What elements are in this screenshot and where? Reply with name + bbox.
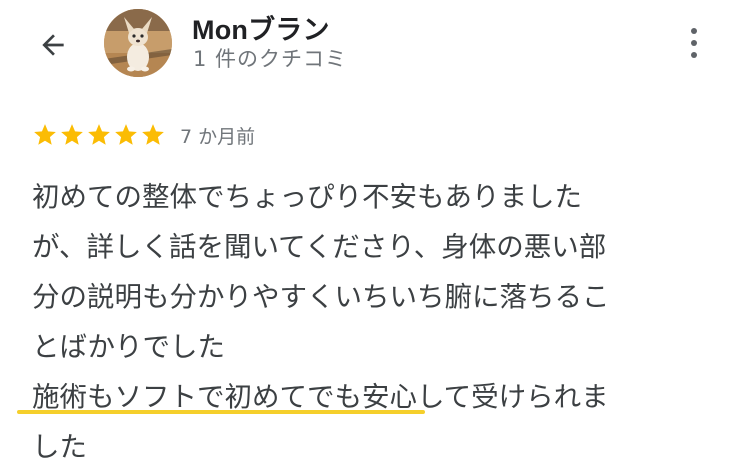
more-vert-icon	[691, 28, 697, 34]
review-line: とばかりでした	[32, 331, 226, 363]
star-icon	[88, 124, 110, 145]
arrow-back-icon	[42, 34, 64, 56]
highlighted-phrase: 施術もソフトで初めてでも安心	[17, 372, 425, 422]
star-icon	[142, 124, 164, 145]
star-icon	[34, 124, 56, 145]
back-button[interactable]	[30, 22, 76, 68]
more-vert-icon-dot	[691, 40, 697, 46]
more-vert-icon-dot	[691, 52, 697, 58]
review-line: が、詳しく話を聞いてくださり、身体の悪い部	[32, 231, 607, 263]
review-text: 初めての整体でちょっぴり不安もありました が、詳しく話を聞いてくださり、身体の悪…	[17, 172, 732, 472]
highlighted-text: 施術もソフトで初めてでも安心	[32, 381, 417, 413]
highlight-underline	[17, 410, 425, 414]
review-line: 初めての整体でちょっぴり不安もありました	[32, 181, 582, 213]
star-icon	[61, 124, 83, 145]
review-line: 分の説明も分かりやすくいちいち腑に落ちるこ	[32, 281, 610, 313]
review-line-rest: して受けられま	[417, 381, 609, 413]
rating-row: 7 か月前	[32, 119, 255, 151]
more-options-button[interactable]	[676, 20, 712, 66]
star-icon	[115, 124, 137, 145]
star-rating	[32, 122, 166, 148]
dog-photo-icon	[104, 9, 172, 77]
avatar[interactable]	[104, 9, 172, 77]
user-name[interactable]: Monブラン	[192, 8, 330, 47]
review-count: 1 件のクチコミ	[193, 47, 348, 71]
review-date: 7 か月前	[180, 125, 256, 148]
review-line: 施術もソフトで初めてでも安心 して受けられま	[17, 372, 732, 422]
